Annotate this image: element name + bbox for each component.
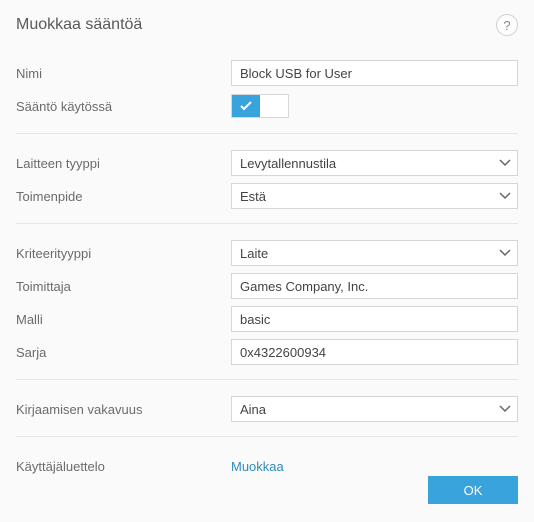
- row-enabled: Sääntö käytössä: [16, 91, 518, 121]
- divider: [16, 223, 518, 224]
- vendor-input[interactable]: [231, 273, 518, 299]
- dialog-title: Muokkaa sääntöä: [16, 16, 142, 34]
- edit-rule-dialog: Muokkaa sääntöä ? Nimi Sääntö käytössä: [0, 0, 534, 522]
- divider: [16, 436, 518, 437]
- row-serial: Sarja: [16, 337, 518, 367]
- label-user-list: Käyttäjäluettelo: [16, 459, 231, 474]
- label-name: Nimi: [16, 66, 231, 81]
- row-model: Malli: [16, 304, 518, 334]
- label-model: Malli: [16, 312, 231, 327]
- edit-user-list-link[interactable]: Muokkaa: [231, 459, 284, 474]
- device-type-select[interactable]: Levytallennustila: [231, 150, 518, 176]
- divider: [16, 379, 518, 380]
- label-enabled: Sääntö käytössä: [16, 99, 231, 114]
- enabled-toggle[interactable]: [231, 94, 289, 118]
- criteria-type-value: Laite: [240, 246, 268, 261]
- logging-severity-select[interactable]: Aina: [231, 396, 518, 422]
- name-input[interactable]: [231, 60, 518, 86]
- row-device-type: Laitteen tyyppi Levytallennustila: [16, 148, 518, 178]
- chevron-down-icon: [499, 249, 511, 257]
- row-action: Toimenpide Estä: [16, 181, 518, 211]
- logging-severity-value: Aina: [240, 402, 266, 417]
- model-input[interactable]: [231, 306, 518, 332]
- device-type-value: Levytallennustila: [240, 156, 336, 171]
- action-value: Estä: [240, 189, 266, 204]
- chevron-down-icon: [499, 159, 511, 167]
- row-vendor: Toimittaja: [16, 271, 518, 301]
- label-vendor: Toimittaja: [16, 279, 231, 294]
- ok-button[interactable]: OK: [428, 476, 518, 504]
- label-serial: Sarja: [16, 345, 231, 360]
- label-criteria-type: Kriteerityyppi: [16, 246, 231, 261]
- row-criteria-type: Kriteerityyppi Laite: [16, 238, 518, 268]
- criteria-type-select[interactable]: Laite: [231, 240, 518, 266]
- dialog-footer: OK: [428, 476, 518, 504]
- row-name: Nimi: [16, 58, 518, 88]
- help-button[interactable]: ?: [496, 14, 518, 36]
- label-action: Toimenpide: [16, 189, 231, 204]
- label-device-type: Laitteen tyyppi: [16, 156, 231, 171]
- chevron-down-icon: [499, 192, 511, 200]
- label-logging-severity: Kirjaamisen vakavuus: [16, 402, 231, 417]
- serial-input[interactable]: [231, 339, 518, 365]
- toggle-on-side: [232, 95, 260, 117]
- dialog-header: Muokkaa sääntöä ?: [16, 14, 518, 36]
- divider: [16, 133, 518, 134]
- row-logging-severity: Kirjaamisen vakavuus Aina: [16, 394, 518, 424]
- chevron-down-icon: [499, 405, 511, 413]
- help-icon: ?: [503, 18, 510, 33]
- action-select[interactable]: Estä: [231, 183, 518, 209]
- toggle-off-side: [260, 95, 288, 117]
- form: Nimi Sääntö käytössä Laitteen t: [16, 58, 518, 481]
- check-icon: [240, 101, 252, 111]
